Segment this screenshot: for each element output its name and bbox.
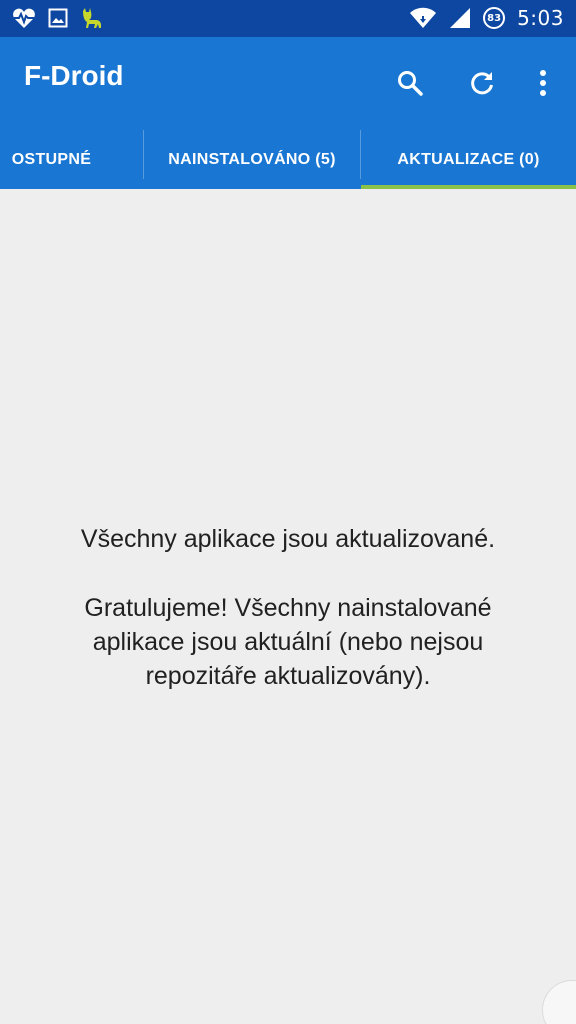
more-options-button[interactable] [521,61,565,105]
android-cat-icon [80,7,104,29]
heart-pulse-icon [12,7,36,29]
clock: 5:03 [517,6,564,30]
signal-icon [449,7,471,29]
tab-available[interactable]: OSTUPNÉ [0,130,143,189]
refresh-button[interactable] [460,61,504,105]
app-title: F-Droid [24,60,124,91]
search-button[interactable] [388,61,432,105]
more-vert-icon [540,70,546,96]
tab-bar: OSTUPNÉ NAINSTALOVÁNO (5) AKTUALIZACE (0… [0,130,576,189]
empty-state-message: Gratulujeme! Všechny nainstalované aplik… [84,594,492,690]
refresh-icon [471,72,493,95]
tab-installed[interactable]: NAINSTALOVÁNO (5) [144,130,360,189]
battery-icon: 83 [483,7,506,29]
updates-content: Všechny aplikace jsou aktualizované. Gra… [0,189,576,1024]
search-icon [398,71,423,96]
system-icons: 83 5:03 [409,5,564,31]
wifi-icon [409,7,437,29]
notification-icons [12,5,104,31]
status-bar: 83 5:03 [0,0,576,37]
empty-state-heading: Všechny aplikace jsou aktualizované. [80,525,496,553]
image-icon [48,8,68,28]
screen: 83 5:03 F-Droid OSTUPNÉ NAINSTALOVÁNO (5… [0,0,576,1024]
tab-updates[interactable]: AKTUALIZACE (0) [361,130,576,189]
app-bar: F-Droid [0,37,576,130]
